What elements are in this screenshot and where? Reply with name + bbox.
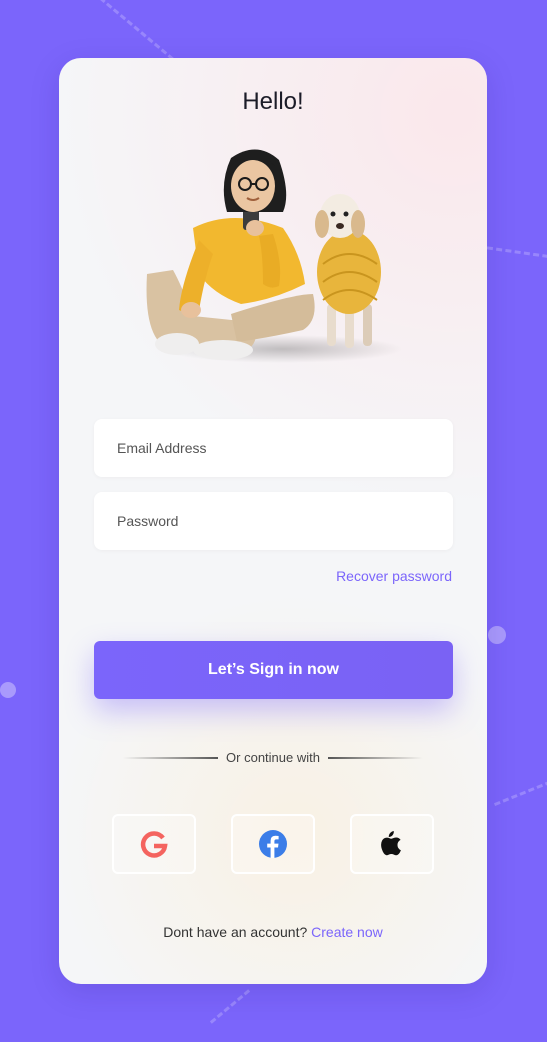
facebook-login-button[interactable] [231, 814, 315, 874]
background-dash [209, 989, 251, 1024]
person-figure [146, 149, 315, 360]
page-title: Hello! [242, 88, 304, 115]
google-login-button[interactable] [112, 814, 196, 874]
email-field[interactable] [94, 419, 453, 477]
create-account-link[interactable]: Create now [311, 924, 383, 940]
recover-password-link[interactable]: Recover password [336, 568, 452, 584]
login-card: Hello! Email Address Recover password Le… [59, 58, 487, 984]
email-input[interactable] [94, 440, 453, 456]
person-with-dog-illustration [146, 149, 401, 363]
divider-label: Or continue with [226, 750, 320, 765]
google-icon [140, 831, 168, 858]
dog-figure [315, 194, 381, 348]
apple-login-button[interactable] [350, 814, 434, 874]
password-field[interactable] [94, 492, 453, 550]
continue-with-divider: Or continue with [59, 750, 487, 765]
facebook-icon [259, 830, 287, 858]
background-dot [0, 682, 16, 698]
background-dash [493, 776, 547, 807]
apple-icon [381, 831, 401, 856]
sign-in-button[interactable]: Let’s Sign in now [94, 641, 453, 699]
signup-prompt-text: Dont have an account? [163, 924, 308, 940]
password-input[interactable] [94, 513, 453, 529]
background-dot [488, 626, 506, 644]
signup-prompt: Dont have an account? Create now [59, 924, 487, 940]
social-login-row [112, 814, 434, 874]
divider-line-right [327, 756, 423, 759]
divider-line-left [123, 756, 219, 759]
